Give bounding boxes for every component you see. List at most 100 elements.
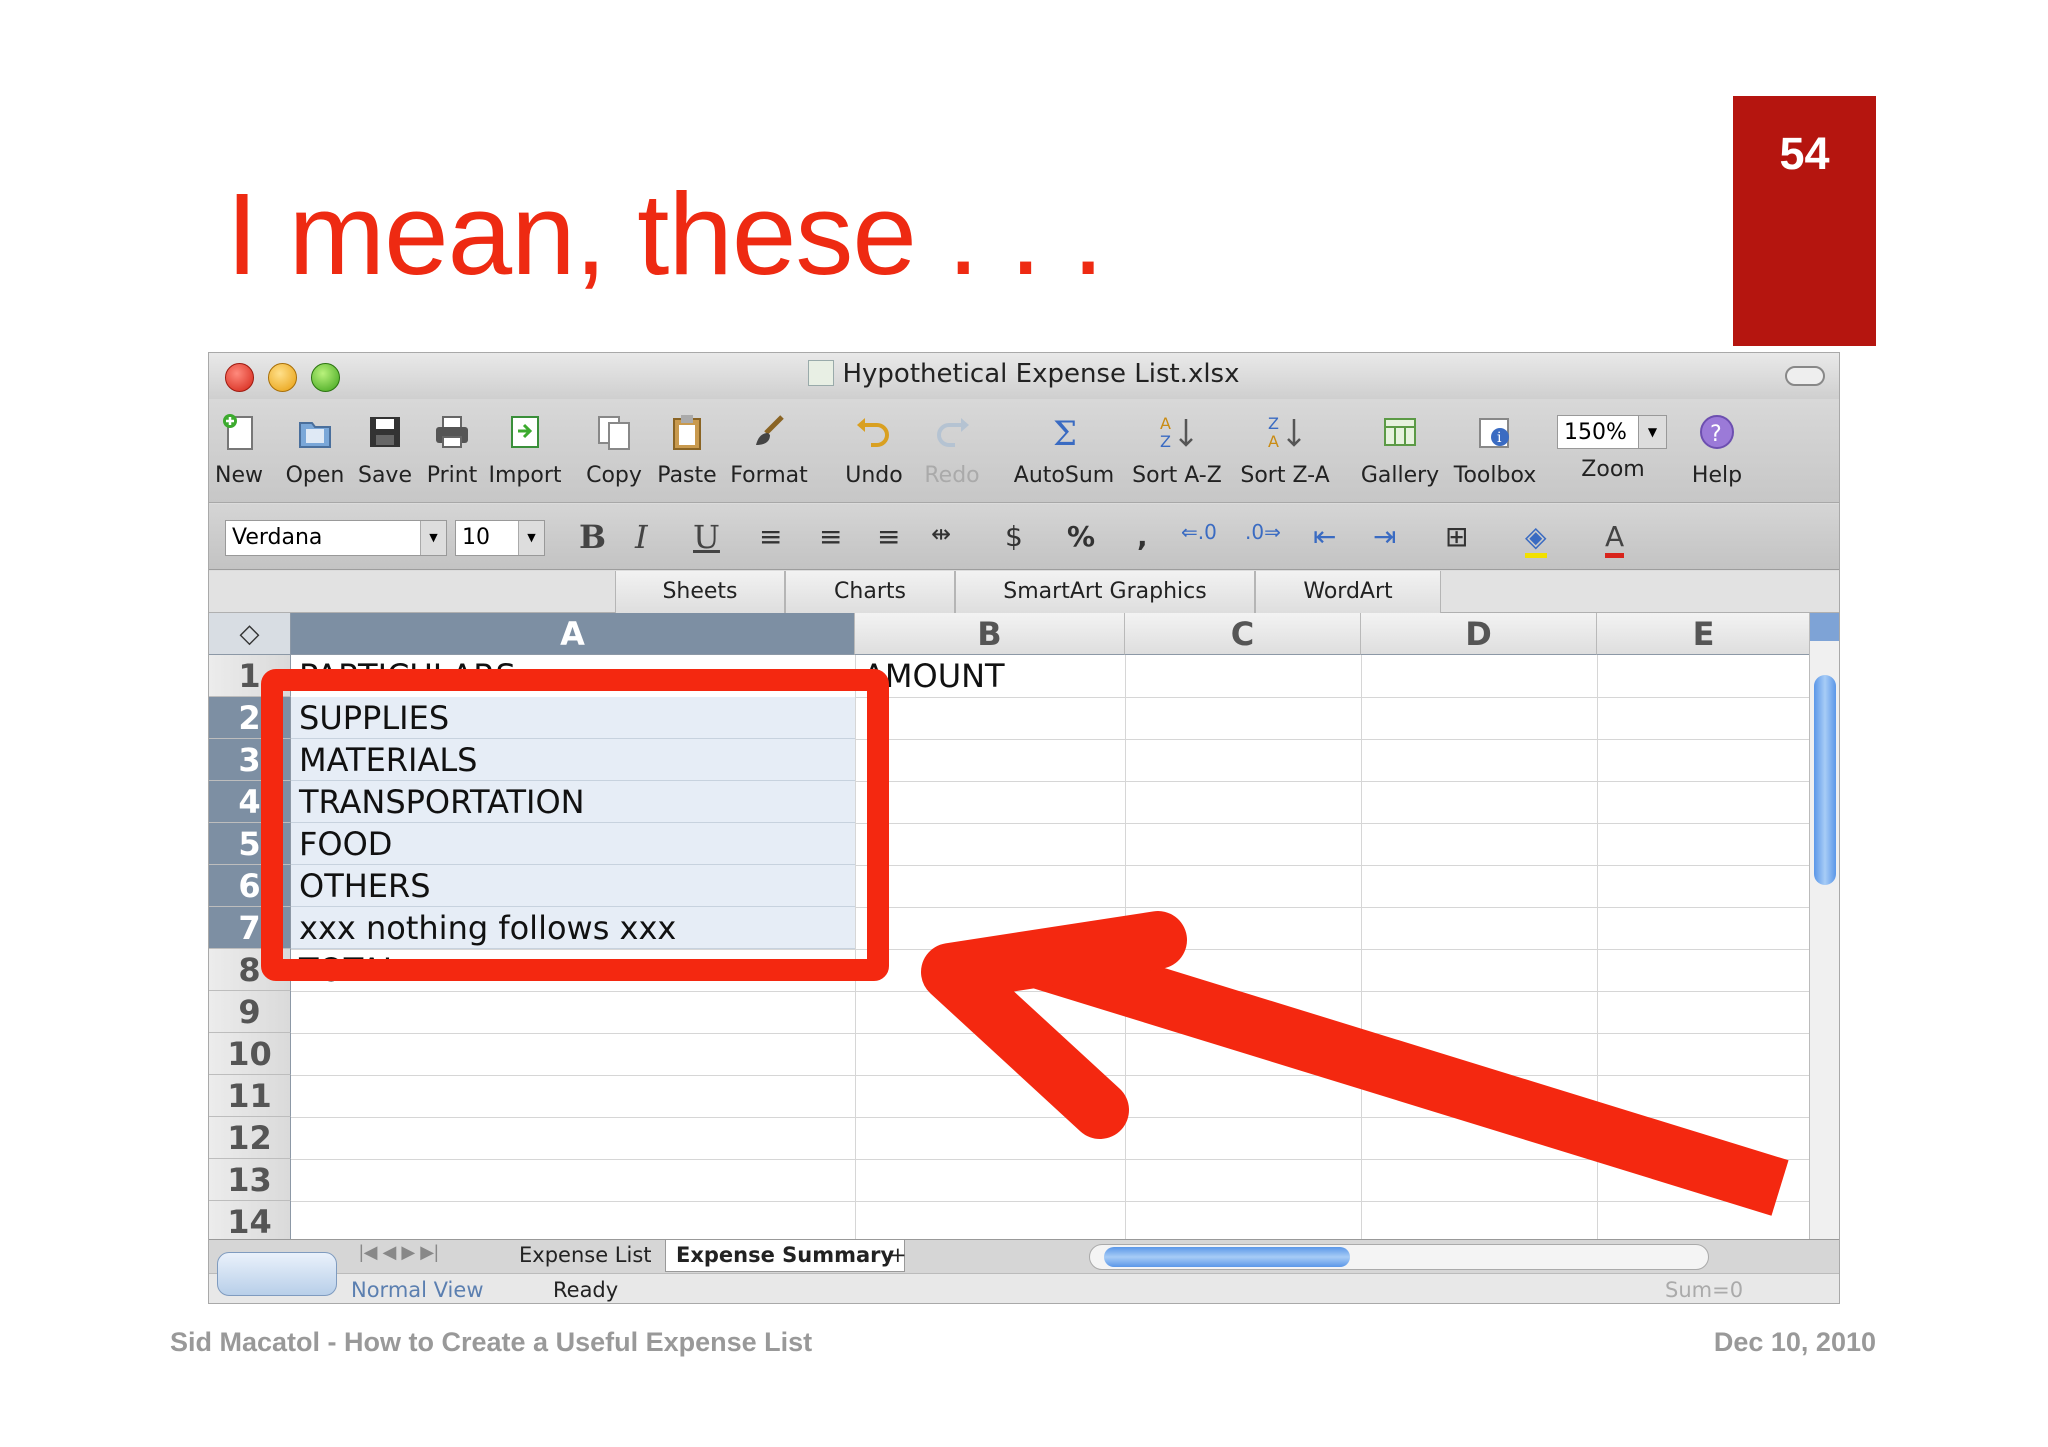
cell-a4[interactable]: TRANSPORTATION (291, 781, 855, 823)
row-header-12[interactable]: 12 (209, 1117, 291, 1159)
currency-format-icon[interactable]: $ (1005, 520, 1023, 553)
gridline (291, 1033, 1811, 1034)
zoom-button[interactable]: Zoom (1565, 457, 1661, 482)
align-left-icon[interactable]: ≡ (759, 520, 782, 553)
row-header-11[interactable]: 11 (209, 1075, 291, 1117)
cell-a8[interactable]: TOTAL (291, 949, 855, 991)
row-header-7[interactable]: 7 (209, 907, 291, 949)
zoom-select[interactable]: 150% ▼ (1557, 415, 1667, 449)
sheet-tab-expense-summary[interactable]: Expense Summary (665, 1240, 906, 1272)
gallery-button[interactable]: Gallery (1357, 411, 1443, 488)
cell-a7[interactable]: xxx nothing follows xxx (291, 907, 855, 949)
row-header-4[interactable]: 4 (209, 781, 291, 823)
row-header-9[interactable]: 9 (209, 991, 291, 1033)
vertical-scrollbar[interactable] (1809, 613, 1839, 1239)
comma-format-icon[interactable]: , (1137, 520, 1148, 553)
sheet-tab-bar: |◀ ◀ ▶ ▶| Expense List Expense Summary + (209, 1239, 1839, 1273)
chevron-down-icon: ▼ (420, 521, 446, 555)
increase-indent-icon[interactable]: ⇥ (1373, 520, 1396, 553)
print-label: Print (426, 463, 478, 488)
tab-wordart[interactable]: WordArt (1255, 571, 1441, 613)
row-header-10[interactable]: 10 (209, 1033, 291, 1075)
status-sum: Sum=0 (1665, 1278, 1744, 1302)
split-view-button[interactable] (1810, 613, 1839, 641)
new-button[interactable]: New (213, 411, 265, 488)
vertical-scroll-thumb[interactable] (1814, 675, 1836, 885)
format-button[interactable]: Format (729, 411, 809, 488)
tab-charts[interactable]: Charts (785, 571, 955, 613)
svg-text:Z: Z (1268, 414, 1279, 433)
column-header-a[interactable]: A (291, 613, 855, 655)
sheet-nav-arrows-icon[interactable]: |◀ ◀ ▶ ▶| (359, 1242, 439, 1263)
tab-sheets[interactable]: Sheets (615, 571, 785, 613)
column-header-b[interactable]: B (855, 613, 1125, 655)
row-header-13[interactable]: 13 (209, 1159, 291, 1201)
cell-a2[interactable]: SUPPLIES (291, 697, 855, 739)
horizontal-scroll-thumb[interactable] (1104, 1247, 1350, 1267)
horizontal-scrollbar[interactable] (1089, 1244, 1709, 1270)
underline-button[interactable]: U (693, 518, 720, 556)
chevron-down-icon: ▼ (1638, 416, 1666, 448)
merge-cells-icon[interactable]: ⇹ (931, 520, 951, 548)
column-header-e[interactable]: E (1597, 613, 1811, 655)
font-color-icon[interactable]: A (1605, 520, 1625, 558)
status-bar: Normal View Ready Sum=0 (209, 1252, 1839, 1303)
decrease-indent-icon[interactable]: ⇤ (1313, 520, 1336, 553)
sheet-tab-expense-list[interactable]: Expense List (509, 1240, 662, 1272)
sort-z-a-button[interactable]: ZA Sort Z-A (1235, 411, 1335, 488)
font-size-select[interactable]: 10 ▼ (455, 520, 545, 556)
copy-button[interactable]: Copy (583, 411, 645, 488)
increase-decimal-icon[interactable]: ⇐.0 (1181, 520, 1217, 544)
redo-button[interactable]: Redo (921, 411, 983, 488)
borders-icon[interactable]: ⊞ (1445, 520, 1468, 553)
gridline (1361, 655, 1362, 1239)
bold-button[interactable]: B (579, 518, 606, 556)
fill-color-icon[interactable]: ◈ (1525, 520, 1547, 558)
toolbar-toggle-button[interactable] (1785, 366, 1825, 386)
title-bar[interactable]: Hypothetical Expense List.xlsx (209, 353, 1839, 399)
decrease-decimal-icon[interactable]: .0⇒ (1245, 520, 1281, 544)
row-header-2[interactable]: 2 (209, 697, 291, 739)
italic-button[interactable]: I (635, 518, 648, 556)
help-button[interactable]: ? Help (1679, 411, 1755, 488)
row-header-8[interactable]: 8 (209, 949, 291, 991)
row-header-5[interactable]: 5 (209, 823, 291, 865)
add-sheet-button[interactable]: + (879, 1240, 917, 1272)
toolbox-label: Toolbox (1453, 463, 1537, 488)
footer-date: Dec 10, 2010 (1713, 1327, 1876, 1357)
toolbox-button[interactable]: i Toolbox (1447, 411, 1543, 488)
spreadsheet-grid[interactable]: ◇ A B C D E 1 2 3 4 5 6 7 8 9 10 11 12 1… (209, 613, 1811, 1243)
open-button[interactable]: Open (283, 411, 347, 488)
cell-b1[interactable]: AMOUNT (855, 655, 1125, 697)
sort-a-z-button[interactable]: AZ Sort A-Z (1127, 411, 1227, 488)
align-center-icon[interactable]: ≡ (819, 520, 842, 553)
save-button[interactable]: Save (357, 411, 413, 488)
font-name-select[interactable]: Verdana ▼ (225, 520, 447, 556)
gridline (291, 1117, 1811, 1118)
font-name-value: Verdana (232, 525, 323, 550)
autosum-button[interactable]: Σ AutoSum (1009, 411, 1119, 488)
print-button[interactable]: Print (421, 411, 483, 488)
cell-a1[interactable]: PARTICULARS (291, 655, 855, 697)
gallery-label: Gallery (1360, 463, 1440, 488)
paste-button[interactable]: Paste (655, 411, 719, 488)
row-header-1[interactable]: 1 (209, 655, 291, 697)
cell-a6[interactable]: OTHERS (291, 865, 855, 907)
column-header-d[interactable]: D (1361, 613, 1597, 655)
undo-button[interactable]: Undo (839, 411, 909, 488)
slide-title: I mean, these . . . (226, 169, 1104, 299)
percent-format-icon[interactable]: % (1067, 520, 1095, 553)
chevron-down-icon: ▼ (518, 521, 544, 555)
tab-smartart-graphics[interactable]: SmartArt Graphics (955, 571, 1255, 613)
row-header-6[interactable]: 6 (209, 865, 291, 907)
view-switcher[interactable] (217, 1252, 337, 1296)
select-all-corner[interactable]: ◇ (209, 613, 291, 655)
cell-a3[interactable]: MATERIALS (291, 739, 855, 781)
row-header-3[interactable]: 3 (209, 739, 291, 781)
align-right-icon[interactable]: ≡ (877, 520, 900, 553)
row-header-14[interactable]: 14 (209, 1201, 291, 1243)
cell-a5[interactable]: FOOD (291, 823, 855, 865)
column-header-c[interactable]: C (1125, 613, 1361, 655)
import-button[interactable]: Import (485, 411, 565, 488)
svg-text:Z: Z (1160, 432, 1171, 451)
